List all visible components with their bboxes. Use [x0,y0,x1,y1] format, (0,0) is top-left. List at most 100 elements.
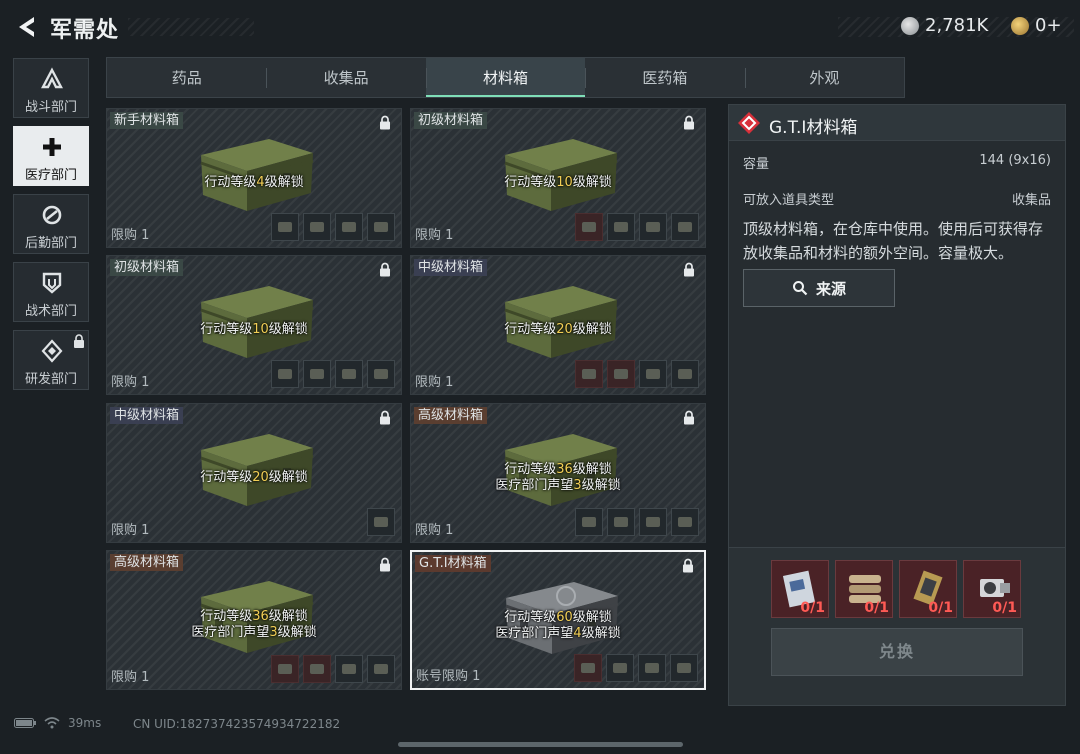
category-tabs: 药品 收集品 材料箱 医药箱 外观 [106,57,905,98]
silver-currency[interactable]: 2,781K [901,15,988,36]
silver-currency-value: 2,781K [925,15,989,36]
tab-medicine[interactable]: 药品 [107,58,266,97]
item-detail-panel: G.T.I材料箱 容量 144 (9x16) 可放入道具类型 收集品 顶级材料箱… [728,104,1066,706]
unlock-reputation-value: 4 [573,626,582,641]
reward-item-thumb [575,213,603,241]
sidebar-item-logistics[interactable]: 后勤部门 [13,194,89,254]
exchange-area: 0/1 0/1 0/1 0/1 兑换 [729,547,1065,705]
sidebar-item-medical[interactable]: 医疗部门 [13,126,89,186]
tab-medical-kit[interactable]: 医药箱 [585,58,744,97]
ping-value: 39ms [68,716,102,730]
reward-item-thumb [671,213,699,241]
unlock-requirement: 行动等级20级解锁 [411,322,705,338]
exchange-button[interactable]: 兑换 [771,628,1023,676]
material-box-card[interactable]: G.T.I材料箱 行动等级60级解锁 医疗部门声望4级解锁 账号限购 1 [410,550,706,690]
reward-preview [367,508,395,536]
material-box-card[interactable]: 中级材料箱 行动等级20级解锁 限购 1 [410,255,706,395]
material-box-card[interactable]: 初级材料箱 行动等级10级解锁 限购 1 [106,255,402,395]
crate-image [200,286,314,358]
unlock-line-2: 医疗部门声望3级解锁 [107,625,401,641]
box-name-tag: 高级材料箱 [110,554,184,571]
silver-coin-icon [901,16,919,35]
back-arrow-icon[interactable] [14,14,38,40]
page-title: 军需处 [50,18,120,43]
box-name-tag: 初级材料箱 [110,259,184,276]
purchase-limit: 限购 1 [111,375,150,390]
tab-appearance[interactable]: 外观 [744,58,904,97]
material-box-card[interactable]: 新手材料箱 行动等级4级解锁 限购 1 [106,108,402,248]
reward-item-thumb [639,213,667,241]
tab-material-box[interactable]: 材料箱 [425,58,586,97]
unlock-text: 行动等级 [504,462,557,477]
reward-item-thumb [335,360,363,388]
required-item-count: 0/1 [928,600,953,616]
gold-coin-icon [1011,16,1029,35]
required-item-count: 0/1 [864,600,889,616]
required-item-cable[interactable]: 0/1 [835,560,893,618]
tactical-shield-icon [42,272,62,294]
item-type-value: 收集品 [1011,193,1051,208]
reward-item-thumb [367,655,395,683]
unlock-line-2: 医疗部门声望3级解锁 [411,478,705,494]
lock-icon [684,410,694,425]
purchase-limit: 账号限购 1 [416,669,481,684]
item-type-label: 可放入道具类型 [743,193,835,208]
required-item-document[interactable]: 0/1 [771,560,829,618]
unlock-level-value: 20 [556,322,573,337]
reward-preview [575,360,699,388]
detail-item-name: G.T.I材料箱 [769,118,858,138]
unlock-text: 级解锁 [277,625,317,640]
purchase-limit: 限购 1 [415,375,454,390]
reward-item-thumb [367,213,395,241]
sidebar-item-label: 研发部门 [24,372,77,387]
purchase-limit: 限购 1 [111,228,150,243]
unlock-text: 行动等级 [200,609,253,624]
detail-header: G.T.I材料箱 [729,105,1065,141]
unlock-line-1: 行动等级20级解锁 [411,322,705,338]
unlock-reputation-value: 3 [573,478,582,493]
reward-item-thumb [607,508,635,536]
lock-icon [380,410,390,425]
unlock-requirement: 行动等级36级解锁 医疗部门声望3级解锁 [411,462,705,494]
lock-icon [684,115,694,130]
reward-preview [271,213,395,241]
capacity-row: 容量 144 (9x16) [743,153,1051,172]
capacity-label: 容量 [743,157,770,172]
lock-icon [683,558,693,573]
reward-item-thumb [575,360,603,388]
sidebar-item-tactical[interactable]: 战术部门 [13,262,89,322]
reward-item-thumb [671,360,699,388]
reward-item-thumb [671,508,699,536]
home-indicator[interactable] [398,742,683,747]
sidebar-item-research[interactable]: 研发部门 [13,330,89,390]
unlock-text: 行动等级 [200,322,253,337]
source-button[interactable]: 来源 [743,269,895,307]
reward-preview [271,655,395,683]
unlock-text: 行动等级 [504,610,557,625]
crate-image [504,286,618,358]
purchase-limit: 限购 1 [111,670,150,685]
unlock-requirement: 行动等级20级解锁 [107,470,401,486]
required-item-count: 0/1 [800,600,825,616]
unlock-text: 级解锁 [264,175,304,190]
lock-icon [380,557,390,572]
unlock-requirement: 行动等级36级解锁 医疗部门声望3级解锁 [107,609,401,641]
material-box-card[interactable]: 中级材料箱 行动等级20级解锁 限购 1 [106,403,402,543]
reward-item-thumb [367,360,395,388]
gold-currency[interactable]: 0+ [1011,15,1062,36]
unlock-reputation-value: 3 [269,625,278,640]
reward-preview [574,654,698,682]
unlock-text: 级解锁 [572,175,612,190]
wifi-icon [44,717,60,729]
required-item-camera[interactable]: 0/1 [963,560,1021,618]
sidebar-item-combat[interactable]: 战斗部门 [13,58,89,118]
research-icon [41,339,63,363]
unlock-level-value: 10 [252,322,269,337]
material-box-card[interactable]: 高级材料箱 行动等级36级解锁 医疗部门声望3级解锁 限购 1 [410,403,706,543]
required-item-chip[interactable]: 0/1 [899,560,957,618]
tab-collectibles[interactable]: 收集品 [266,58,425,97]
material-box-card[interactable]: 高级材料箱 行动等级36级解锁 医疗部门声望3级解锁 限购 1 [106,550,402,690]
source-button-label: 来源 [815,279,846,298]
reward-preview [271,360,395,388]
material-box-card[interactable]: 初级材料箱 行动等级10级解锁 限购 1 [410,108,706,248]
